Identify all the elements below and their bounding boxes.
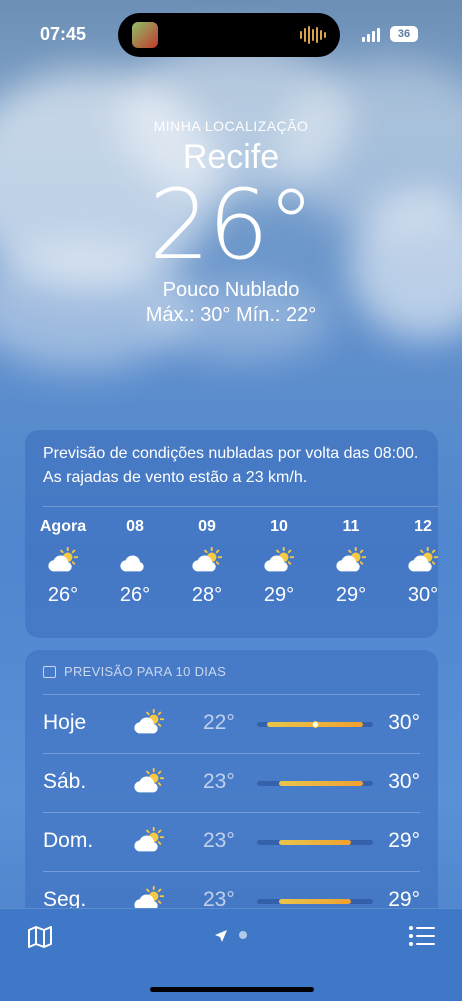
list-icon[interactable] xyxy=(408,925,436,952)
partly-sunny-icon xyxy=(133,767,165,802)
divider xyxy=(43,694,420,695)
hour-temperature: 26° xyxy=(119,584,151,606)
day-name: Dom. xyxy=(43,829,94,852)
cloud-icon xyxy=(105,546,165,576)
divider xyxy=(43,871,420,872)
status-time: 07:45 xyxy=(40,24,87,44)
day-name: Sáb. xyxy=(43,770,87,793)
hour-label: 12 xyxy=(414,518,432,535)
current-condition: Pouco Nublado xyxy=(162,279,300,301)
forecast-summary: Previsão de condições nubladas por volta… xyxy=(43,445,419,486)
current-weather: MINHA LOCALIZAÇÃO Recife 26° Pouco Nubla… xyxy=(0,118,462,327)
temperature-range-bar xyxy=(257,899,373,904)
temperature-range-bar xyxy=(257,840,373,845)
partly-sunny-icon xyxy=(133,826,165,861)
partly-sunny-icon xyxy=(321,546,381,576)
hour-label: Agora xyxy=(39,518,87,535)
partly-sunny-icon xyxy=(33,546,93,576)
ten-day-header: PREVISÃO PARA 10 DIAS xyxy=(43,664,226,679)
day-name: Hoje xyxy=(43,711,87,734)
location-arrow-icon[interactable] xyxy=(214,929,228,948)
hour-temperature: 29° xyxy=(335,584,367,606)
hour-temperature: 28° xyxy=(191,584,223,606)
partly-sunny-icon xyxy=(249,546,309,576)
now-playing-artwork xyxy=(132,22,158,48)
hourly-forecast-card[interactable]: Previsão de condições nubladas por volta… xyxy=(25,430,438,638)
status-bar: 07:45 36 xyxy=(0,0,462,70)
day-row[interactable]: Dom. 23° 29° xyxy=(25,812,438,871)
partly-sunny-icon xyxy=(133,708,165,743)
day-high: 30° xyxy=(388,711,420,734)
temperature-range-fill xyxy=(278,781,363,786)
page-indicator-dot[interactable] xyxy=(239,931,247,939)
day-low: 23° xyxy=(203,770,235,793)
hour-item: 08 26° xyxy=(105,518,165,607)
hour-item: 11 29° xyxy=(321,518,381,607)
day-high: 30° xyxy=(388,770,420,793)
hour-label: 08 xyxy=(126,518,144,535)
temperature-range-fill xyxy=(278,840,351,845)
current-temp-dot xyxy=(312,721,319,728)
dynamic-island[interactable] xyxy=(118,13,340,57)
battery-indicator: 36 xyxy=(390,26,418,42)
temperature-range-bar xyxy=(257,721,373,728)
hour-item: 10 29° xyxy=(249,518,309,607)
partly-sunny-icon xyxy=(393,546,438,576)
hour-temperature: 30° xyxy=(407,584,438,606)
day-low: 23° xyxy=(203,829,235,852)
home-indicator[interactable] xyxy=(150,987,314,992)
hour-item: Agora 26° xyxy=(33,518,93,607)
location-label: MINHA LOCALIZAÇÃO xyxy=(153,118,309,134)
map-icon[interactable] xyxy=(26,923,54,956)
day-row[interactable]: Hoje 22° 30° xyxy=(25,694,438,753)
partly-sunny-icon xyxy=(177,546,237,576)
hour-item: 09 28° xyxy=(177,518,237,607)
bottom-toolbar xyxy=(0,908,462,1001)
divider xyxy=(43,753,420,754)
signal-icon xyxy=(362,28,380,42)
day-high: 29° xyxy=(388,829,420,852)
hour-label: 11 xyxy=(342,518,360,535)
temperature-range-fill xyxy=(278,899,351,904)
hour-label: 09 xyxy=(198,518,216,535)
high-low: Máx.: 30° Mín.: 22° xyxy=(145,304,317,326)
calendar-icon xyxy=(43,665,56,678)
temperature-range-bar xyxy=(257,781,373,786)
day-low: 22° xyxy=(203,711,235,734)
current-temperature: 26° xyxy=(148,169,315,281)
divider xyxy=(43,506,438,507)
hour-item: 12 30° xyxy=(393,518,438,607)
day-row[interactable]: Sáb. 23° 30° xyxy=(25,753,438,812)
divider xyxy=(43,812,420,813)
ten-day-forecast-card[interactable]: PREVISÃO PARA 10 DIAS Hoje 22° 30° Sáb. 23° 3… xyxy=(25,650,438,950)
hour-temperature: 26° xyxy=(47,584,79,606)
hour-label: 10 xyxy=(270,518,288,535)
audio-wave-icon xyxy=(300,25,326,45)
ten-day-title: PREVISÃO PARA 10 DIAS xyxy=(64,664,227,679)
hour-temperature: 29° xyxy=(263,584,295,606)
